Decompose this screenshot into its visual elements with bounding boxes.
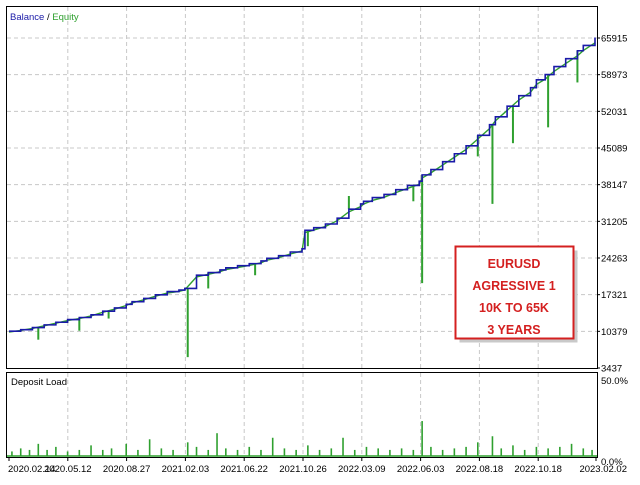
y-tick-label: 10379 [601,327,627,338]
annotation-line-1: EURUSD [488,257,541,271]
deposit-load-panel [6,372,598,458]
x-tick-label: 2020.05.12 [44,464,92,475]
y-tick-label: 38147 [601,180,627,191]
y-tick-label: 17321 [601,290,627,301]
annotation-line-4: 3 YEARS [487,323,540,337]
x-tick-label: 2022.08.18 [456,464,504,475]
x-tick-label: 2022.06.03 [397,464,445,475]
x-tick-label: 2022.10.18 [514,464,562,475]
legend-separator: / [44,12,52,23]
strategy-tester-graph: 65915 58973 52031 45089 38147 31205 24263 17321… [0,0,640,480]
x-tick-label: 2022.03.09 [338,464,386,475]
y-tick-label: 31205 [601,217,627,228]
balance-equity-chart: 65915 58973 52031 45089 38147 31205 24263 17321… [6,6,628,475]
legend: Balance / Equity [10,12,79,23]
annotation-line-3: 10K TO 65K [479,301,549,315]
y-tick-label: 45089 [601,144,627,155]
x-tick-label: 2021.10.26 [279,464,327,475]
legend-balance-label: Balance [10,12,44,23]
legend-equity-label: Equity [52,12,79,23]
y-tick-label: 3437 [601,364,622,375]
main-y-axis: 65915 58973 52031 45089 38147 31205 24263 17321… [597,34,627,375]
deposit-load-max-tick: 50.0% [601,376,628,387]
strategy-annotation: EURUSD AGRESSIVE 1 10K TO 65K 3 YEARS [454,245,578,343]
y-tick-label: 52031 [601,107,627,118]
y-tick-label: 58973 [601,70,627,81]
time-axis: 2020.02.142020.05.12 2020.08.27 2021.02.03… [8,457,627,475]
x-tick-label: 2021.02.03 [162,464,210,475]
x-tick-label: 2021.06.22 [220,464,268,475]
x-tick-label: 2023.02.02 [579,464,627,475]
x-tick-label: 2020.08.27 [103,464,151,475]
deposit-load-title: Deposit Load [11,377,67,388]
annotation-line-2: AGRESSIVE 1 [472,279,555,293]
y-tick-label: 65915 [601,34,627,45]
y-tick-label: 24263 [601,254,627,265]
